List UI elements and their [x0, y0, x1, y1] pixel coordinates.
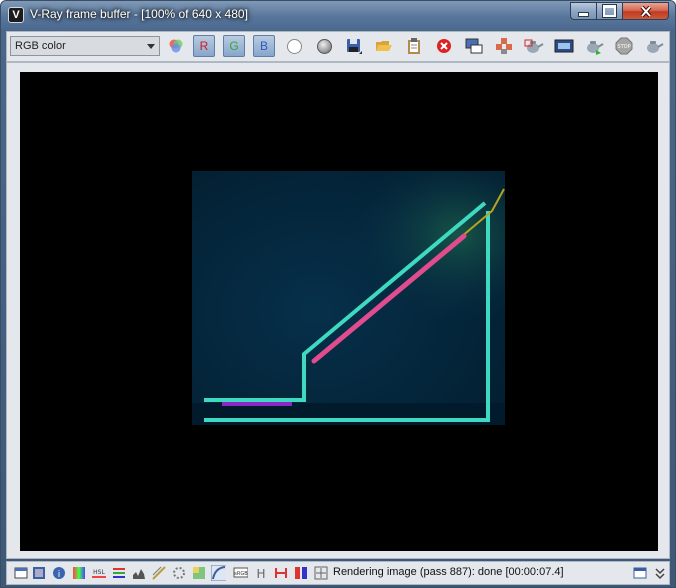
open-folder-icon [376, 41, 392, 51]
gray-circle-icon [316, 38, 332, 54]
track-mouse-button[interactable] [493, 35, 515, 57]
split-button[interactable] [293, 565, 308, 580]
stop-icon: STOP [615, 37, 633, 55]
channel-select[interactable]: RGB color [10, 36, 160, 56]
vray-logo-icon: V [8, 7, 24, 23]
lut-button[interactable] [171, 565, 186, 580]
levels-icon [112, 567, 125, 578]
hsl-icon: HSL [92, 569, 106, 578]
image-icon [192, 566, 205, 579]
maximize-button[interactable] [597, 2, 623, 20]
close-icon [640, 5, 651, 17]
rendered-image [192, 171, 505, 425]
stop-render-button[interactable]: STOP [613, 35, 635, 57]
copy-to-clipboard-button[interactable] [403, 35, 425, 57]
mono-display-button[interactable] [313, 35, 335, 57]
channels-icon [169, 39, 183, 53]
svg-text:HSL: HSL [93, 569, 105, 576]
render-region-button[interactable] [523, 35, 545, 57]
window-icon [633, 567, 646, 578]
vray-frame-buffer-window: V V-Ray frame buffer - [100% of 640 x 48… [0, 0, 676, 588]
double-chevron-down-icon [654, 567, 665, 579]
info-button[interactable]: i [51, 565, 66, 580]
frame-buffer-history-button[interactable] [553, 35, 575, 57]
ab-compare-icon [274, 567, 287, 578]
svg-text:i: i [57, 570, 60, 580]
dock-button[interactable] [632, 565, 647, 580]
window-title: V-Ray frame buffer - [100% of 640 x 480] [30, 7, 248, 21]
crosshair-icon [314, 566, 327, 579]
minimize-button[interactable] [570, 2, 597, 20]
chevron-down-icon [147, 44, 155, 49]
horizontal-flip-button[interactable]: H [253, 565, 268, 580]
teapot-render-icon [587, 41, 604, 55]
title-bar[interactable]: V V-Ray frame buffer - [100% of 640 x 48… [1, 1, 675, 30]
white-circle-icon [286, 38, 302, 54]
show-corrections-button[interactable] [13, 565, 28, 580]
compare-ab-button[interactable] [273, 565, 288, 580]
clear-icon [437, 39, 451, 53]
vfb-history-icon [554, 39, 574, 53]
curve-button[interactable] [211, 564, 226, 581]
minimize-icon [578, 11, 589, 17]
histogram-icon [132, 568, 145, 579]
h-icon: H [256, 567, 265, 580]
panel-icon [14, 567, 27, 578]
close-button[interactable] [623, 2, 669, 20]
monitor-icon [465, 38, 483, 54]
save-image-button[interactable] [343, 35, 365, 57]
green-channel-button[interactable]: G [223, 35, 245, 57]
history-icon [32, 566, 45, 579]
save-icon [347, 39, 362, 54]
curve-icon [211, 564, 226, 581]
duplicate-to-host-button[interactable] [463, 35, 485, 57]
teapot-icon [524, 39, 544, 53]
svg-text:sRGB: sRGB [234, 571, 248, 577]
status-bar: i HSL sRGB H Rendering image (pass 887):… [6, 561, 670, 585]
info-icon: i [52, 566, 65, 580]
clipboard-icon [408, 38, 420, 54]
exposure-icon [151, 565, 166, 580]
clear-image-button[interactable] [433, 35, 455, 57]
channels-button[interactable] [165, 35, 187, 57]
load-image-button[interactable] [373, 35, 395, 57]
exposure-button[interactable] [151, 565, 166, 580]
color-balance-button[interactable] [111, 565, 126, 580]
pixel-info-button[interactable] [313, 565, 328, 580]
render-last-button[interactable] [583, 35, 605, 57]
red-channel-button[interactable]: R [193, 35, 215, 57]
background-image-button[interactable] [191, 565, 206, 580]
white-display-button[interactable] [283, 35, 305, 57]
srgb-icon: sRGB [233, 567, 248, 577]
lens-effects-icon [172, 566, 185, 579]
srgb-button[interactable]: sRGB [233, 565, 248, 580]
history-button[interactable] [31, 565, 46, 580]
split-icon [294, 566, 307, 579]
color-clamp-button[interactable] [71, 565, 86, 580]
region-icon [496, 38, 512, 54]
teapot-settings-icon [647, 41, 664, 53]
svg-text:STOP: STOP [617, 44, 630, 50]
gradient-icon [72, 566, 85, 579]
render-settings-button[interactable] [643, 35, 665, 57]
hsl-button[interactable]: HSL [91, 565, 106, 580]
histogram-button[interactable] [131, 565, 146, 580]
expand-button[interactable] [652, 565, 667, 580]
channel-select-value: RGB color [15, 40, 66, 52]
svg-text:H: H [256, 567, 265, 580]
status-text: Rendering image (pass 887): done [00:00:… [333, 566, 564, 578]
toolbar: RGB color R G B STOP [6, 31, 670, 62]
blue-channel-button[interactable]: B [253, 35, 275, 57]
maximize-icon [603, 5, 616, 17]
